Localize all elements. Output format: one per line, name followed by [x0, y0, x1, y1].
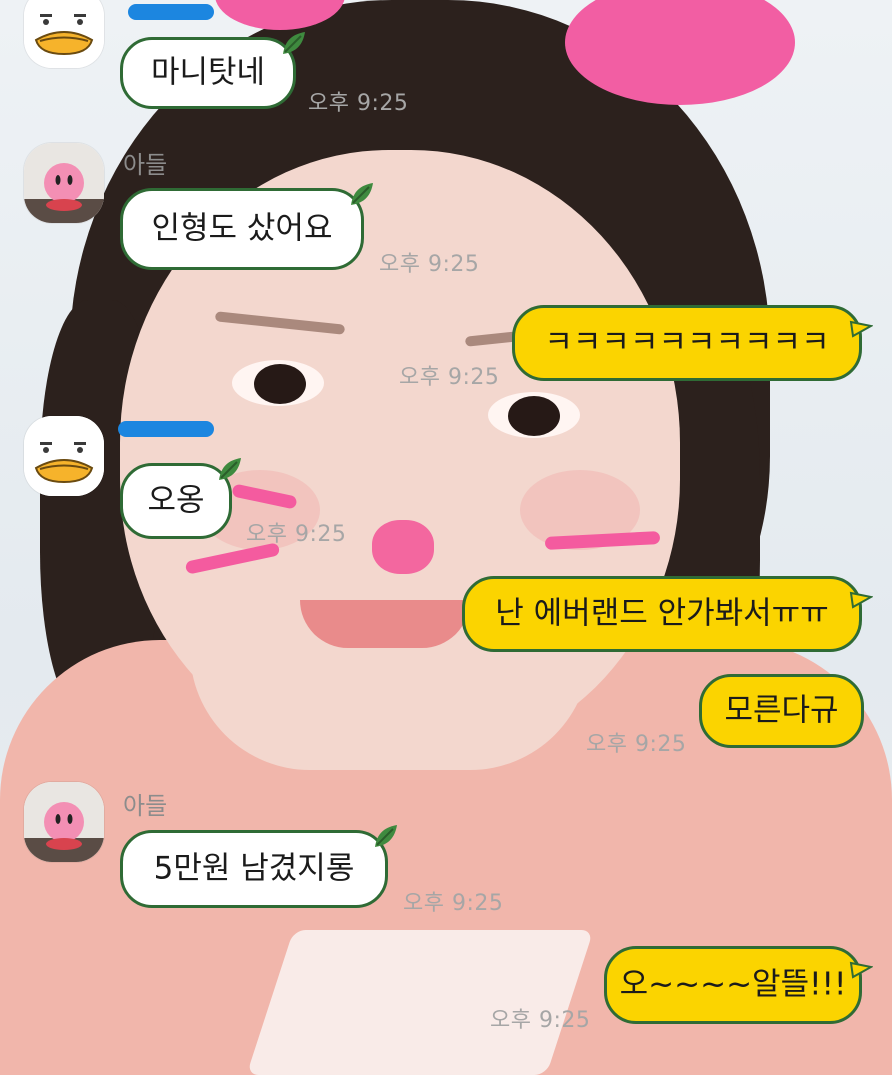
- duck-avatar-icon[interactable]: [24, 416, 104, 496]
- bubble-tail-icon: [849, 320, 873, 338]
- message-timestamp-8: 오후 9:25: [490, 1008, 591, 1033]
- chat-thread: 마니탓네 오후 9:25 아들 인형도 샀어요 오후 9:25 ㅋㅋㅋㅋㅋㅋㅋㅋ…: [0, 0, 892, 1075]
- leaf-icon: [219, 458, 241, 480]
- message-bubble-7[interactable]: 5만원 남겼지롱: [120, 825, 397, 908]
- message-timestamp-7: 오후 9:25: [403, 891, 504, 916]
- message-text-6: 모른다규: [724, 692, 839, 729]
- message-timestamp-3: 오후 9:25: [399, 365, 500, 390]
- message-bubble-8[interactable]: 오~~~~알뜰!!!: [604, 946, 873, 1024]
- leaf-icon: [375, 825, 397, 847]
- sender-name-1: 아들: [123, 151, 168, 179]
- message-timestamp-2: 오후 9:25: [379, 252, 480, 277]
- bubble-tail-icon: [849, 591, 873, 609]
- duck-avatar-icon[interactable]: [24, 0, 104, 68]
- message-timestamp-1: 오후 9:25: [308, 91, 409, 116]
- bubble-tail-icon: [849, 961, 873, 979]
- message-text-2: 인형도 샀어요: [151, 210, 333, 247]
- message-text-3: ㅋㅋㅋㅋㅋㅋㅋㅋㅋㅋ: [544, 324, 830, 361]
- message-bubble-4[interactable]: 오옹: [120, 458, 241, 539]
- message-text-4: 오옹: [147, 482, 205, 519]
- leaf-icon: [351, 183, 373, 205]
- pink-plush-avatar-icon[interactable]: [24, 782, 104, 862]
- message-text-7: 5만원 남겼지롱: [153, 850, 355, 887]
- message-bubble-5[interactable]: 난 에버랜드 안가봐서ㅠㅠ: [462, 576, 873, 652]
- leaf-icon: [283, 32, 305, 54]
- message-bubble-3[interactable]: ㅋㅋㅋㅋㅋㅋㅋㅋㅋㅋ: [512, 305, 873, 381]
- message-timestamp-6: 오후 9:25: [586, 732, 687, 757]
- pink-plush-avatar-icon[interactable]: [24, 143, 104, 223]
- message-text-8: 오~~~~알뜰!!!: [619, 966, 847, 1003]
- message-timestamp-4: 오후 9:25: [246, 522, 347, 547]
- message-bubble-2[interactable]: 인형도 샀어요: [120, 183, 373, 270]
- message-text-1: 마니탓네: [150, 54, 266, 91]
- message-bubble-1[interactable]: 마니탓네: [120, 32, 305, 109]
- message-text-5: 난 에버랜드 안가봐서ㅠㅠ: [495, 595, 829, 632]
- message-bubble-6[interactable]: 모른다규: [699, 674, 864, 748]
- sender-name-2: 아들: [123, 792, 168, 820]
